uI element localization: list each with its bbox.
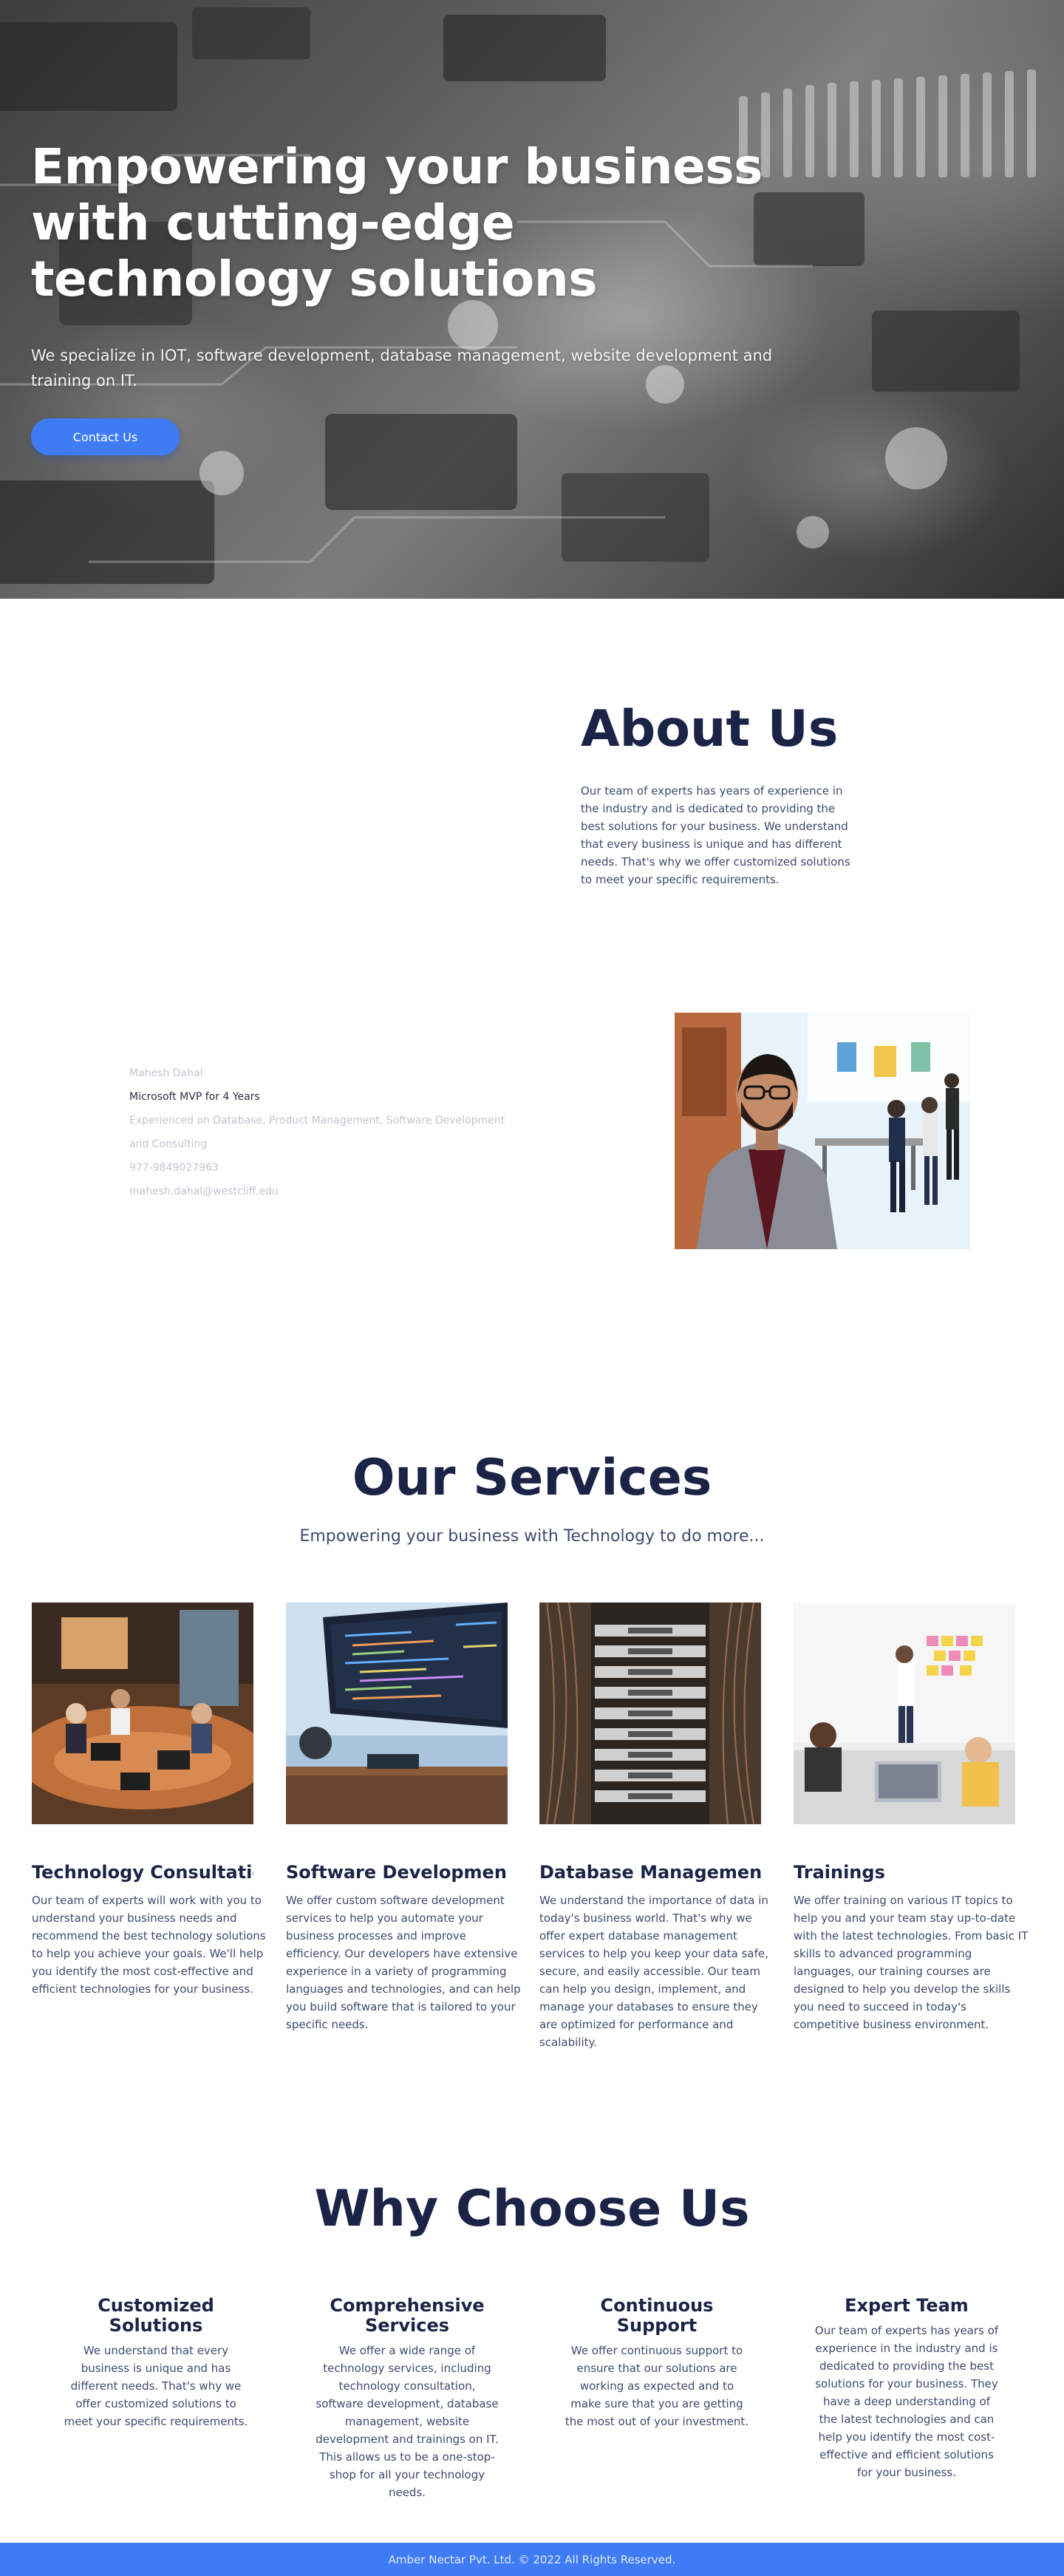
service-title: Technology Consultation: [32,1862,253,1883]
service-title: Software Developmen [286,1862,507,1883]
why-card-title: Comprehensive Services [330,2295,485,2336]
profile-email: mahesh.dahal@westcliff.edu [129,1186,279,1197]
why-card-text: Our team of experts has years of experie… [814,2324,999,2479]
about-text: Our team of experts has years of experie… [581,784,850,886]
why-card-expert-team: Expert Team Our team of experts has year… [814,2296,999,2481]
hero-subtitle: We specialize in IOT, software developme… [31,347,773,390]
profile-role: Microsoft MVP for 4 Years [129,1091,260,1103]
services-title: Our Services [352,1449,712,1507]
service-title: Database Management [539,1862,761,1883]
services-subtitle: Empowering your business with Technology… [299,1527,765,1546]
service-card-trainings: Trainings We offer training on various I… [794,1603,1030,2033]
service-text: We offer custom software development ser… [286,1894,521,2031]
service-text: Our team of experts will work with you t… [32,1894,266,1996]
service-title: Trainings [794,1862,885,1883]
why-card-customized: Customized Solutions We understand that … [64,2296,248,2430]
why-card-comprehensive: Comprehensive Services We offer a wide r… [315,2296,499,2501]
why-title: Why Choose Us [314,2180,750,2238]
why-card-title: Customized Solutions [98,2295,214,2336]
training-session-photo [794,1603,1015,1824]
service-text: We offer training on various IT topics t… [794,1894,1029,2031]
meeting-photo [32,1603,253,1824]
profile-experience: Experienced on Database, Product Managem… [129,1115,505,1150]
why-card-support: Continuous Support We offer continuous s… [565,2296,749,2430]
portrait-photo [675,1013,970,1249]
why-card-text: We understand that every business is uni… [64,2344,248,2428]
footer: Amber Nectar Pvt. Ltd. © 2022 All Rights… [0,2543,1064,2576]
why-card-text: We offer a wide range of technology serv… [316,2344,499,2499]
contact-us-button[interactable]: Contact Us [31,418,180,455]
service-card-consultation: Technology Consultation: Our team of exp… [32,1603,268,1998]
profile-info: Mahesh Dahal Microsoft MVP for 4 Years E… [129,1061,514,1203]
profile-name: Mahesh Dahal [129,1067,203,1079]
footer-copyright: Amber Nectar Pvt. Ltd. © 2022 All Rights… [388,2552,676,2566]
hero-section: Empowering your business with cutting-ed… [0,0,1064,599]
service-text: We understand the importance of data in … [539,1894,768,2049]
server-rack-photo [539,1603,761,1824]
hero-title: Empowering your business with cutting-ed… [31,138,763,307]
service-card-database: Database Management We understand the im… [539,1603,776,2051]
service-card-software: Software Developmen We offer custom soft… [286,1603,522,2033]
why-card-text: We offer continuous support to ensure th… [565,2344,749,2428]
profile-phone: 977-9849027963 [129,1162,219,1174]
code-monitor-photo [286,1603,508,1824]
why-card-title: Expert Team [845,2295,969,2316]
about-title: About Us [581,700,839,758]
why-card-title: Continuous Support [600,2295,714,2336]
